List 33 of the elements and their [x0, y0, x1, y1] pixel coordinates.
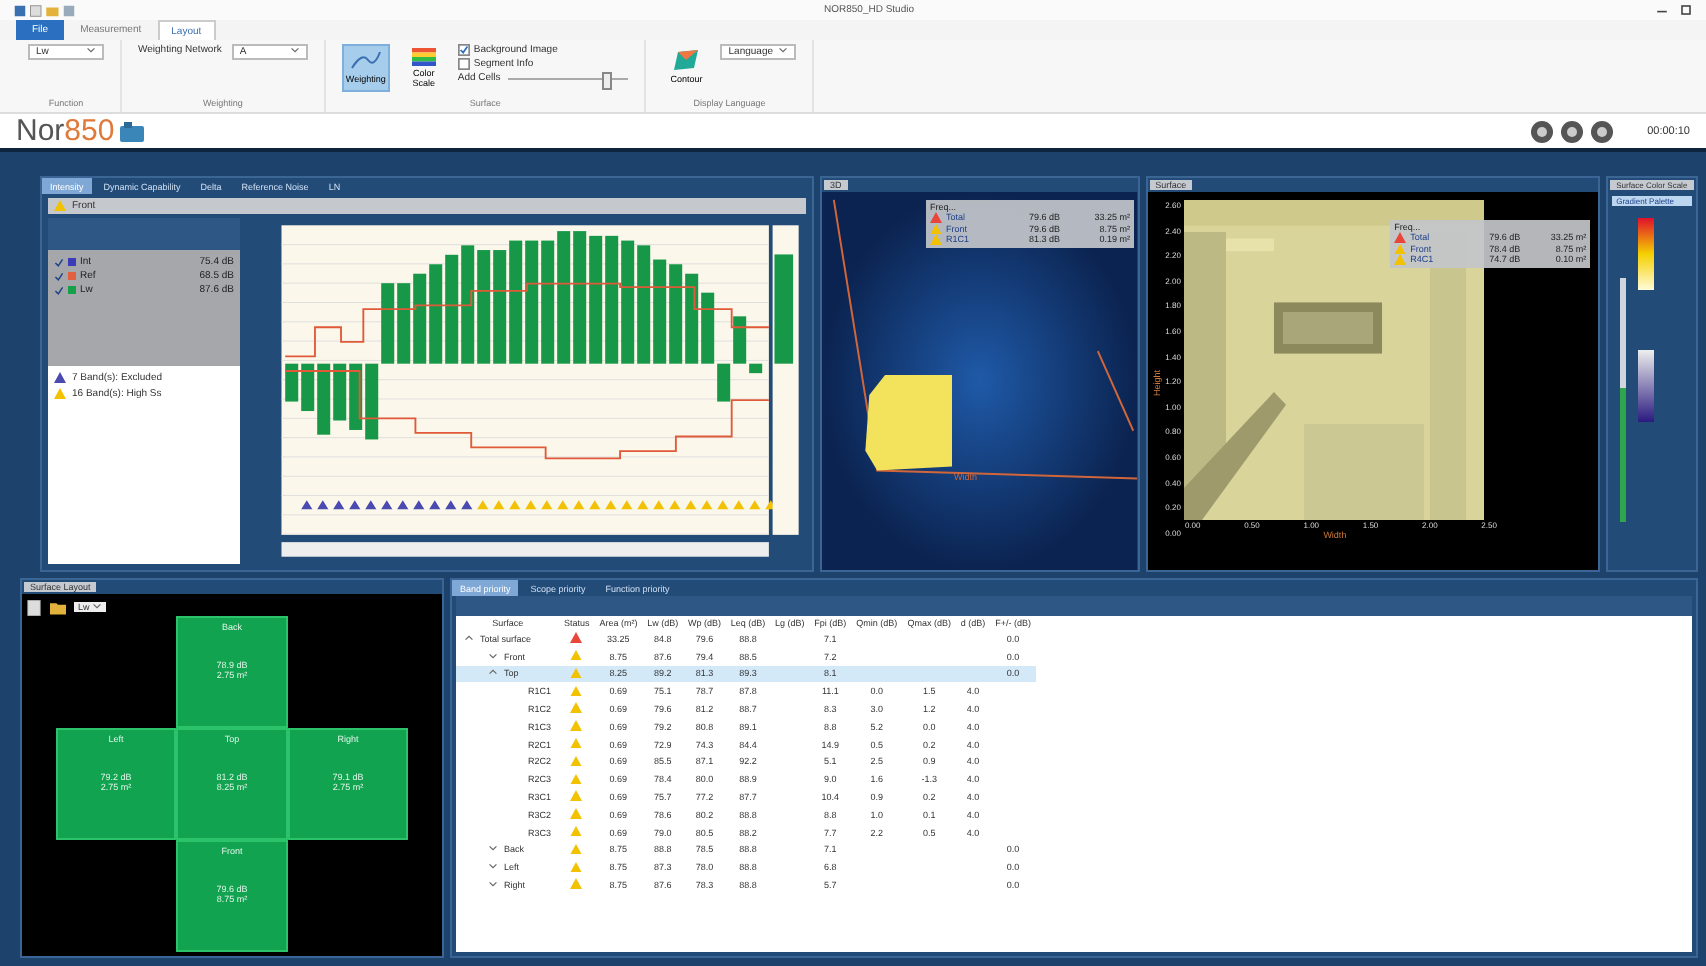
expander-icon[interactable] — [464, 633, 474, 642]
checkbox[interactable] — [457, 44, 470, 56]
curve-icon — [349, 48, 382, 72]
chevron-icon — [92, 602, 103, 610]
error-icon — [570, 632, 583, 644]
expander-icon[interactable] — [488, 844, 498, 853]
checkbox[interactable] — [54, 271, 64, 281]
chevron-icon — [289, 46, 300, 54]
slider-thumb[interactable] — [602, 71, 613, 89]
restore-icon[interactable] — [1678, 2, 1694, 18]
folder-icon[interactable] — [50, 599, 66, 615]
warning-icon — [54, 200, 66, 212]
contour-icon — [670, 48, 703, 72]
logo: Nor850 — [16, 114, 115, 148]
checkbox[interactable] — [54, 257, 64, 267]
expander-icon[interactable] — [488, 668, 498, 677]
document-icon[interactable] — [26, 599, 42, 615]
expander-icon[interactable] — [488, 862, 498, 871]
color-scale-icon — [407, 48, 440, 66]
record-control-icon[interactable] — [1559, 119, 1584, 143]
chevron-icon — [86, 46, 96, 54]
checkbox[interactable] — [54, 285, 64, 295]
chevron-icon — [778, 46, 789, 54]
expander-icon[interactable] — [488, 651, 498, 660]
checkbox[interactable] — [457, 58, 470, 70]
scrollbar[interactable] — [281, 542, 769, 557]
warning-icon — [54, 388, 66, 400]
record-control-icon[interactable] — [1529, 119, 1554, 143]
device-icon — [120, 121, 145, 141]
expander-icon[interactable] — [488, 880, 498, 889]
excluded-icon — [54, 372, 66, 384]
range-slider[interactable] — [1620, 387, 1627, 522]
record-control-icon[interactable] — [1589, 119, 1614, 143]
